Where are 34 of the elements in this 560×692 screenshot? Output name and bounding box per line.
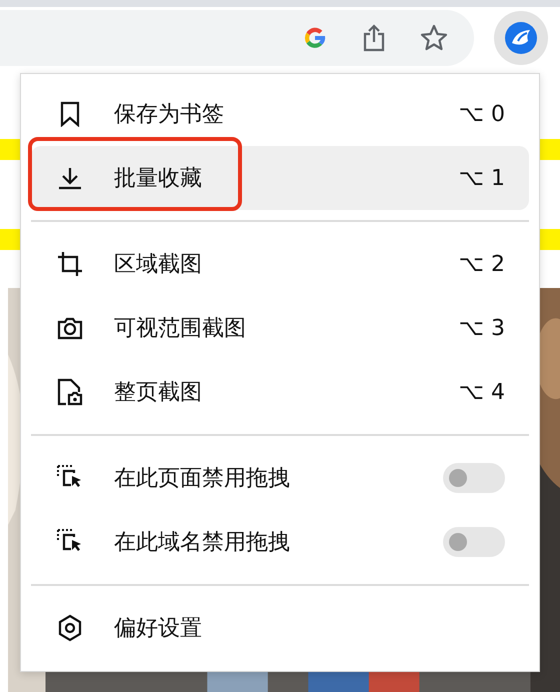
menu-item-label: 在此页面禁用拖拽 (114, 465, 291, 493)
shortcut-label: ⌥ 1 (458, 166, 505, 190)
share-icon[interactable] (362, 24, 386, 52)
menu-item[interactable]: 偏好设置 (31, 596, 529, 660)
page-camera-icon (57, 378, 83, 406)
menu-item-label: 批量收藏 (114, 165, 203, 193)
shortcut-label: ⌥ 4 (458, 380, 505, 404)
crop-icon (57, 251, 83, 277)
camera-icon (57, 316, 83, 340)
address-bar[interactable] (0, 10, 474, 66)
shortcut-label: ⌥ 0 (458, 102, 505, 126)
menu-item[interactable]: 在此页面禁用拖拽 (31, 446, 529, 510)
menu-item[interactable]: 保存为书签 ⌥ 0 (31, 82, 529, 146)
menu-item[interactable]: 区域截图 ⌥ 2 (31, 232, 529, 296)
menu-item-label: 保存为书签 (114, 101, 225, 129)
menu-item[interactable]: 可视范围截图 ⌥ 3 (31, 296, 529, 360)
settings-icon (57, 614, 83, 642)
menu-item[interactable]: 在此域名禁用拖拽 (31, 510, 529, 574)
menu-item[interactable]: 批量收藏 ⌥ 1 (31, 146, 529, 210)
menu-item-label: 在此域名禁用拖拽 (114, 529, 291, 557)
toggle-switch[interactable] (443, 463, 505, 493)
star-icon[interactable] (420, 24, 448, 52)
menu-item[interactable]: 整页截图 ⌥ 4 (31, 360, 529, 424)
extension-logo-icon (504, 20, 538, 55)
menu-item-label: 偏好设置 (114, 615, 203, 643)
menu-item-label: 可视范围截图 (114, 315, 247, 343)
download-icon (57, 166, 83, 190)
shortcut-label: ⌥ 2 (458, 252, 505, 276)
bookmark-icon (59, 101, 81, 127)
shortcut-label: ⌥ 3 (458, 316, 505, 340)
menu-item-label: 区域截图 (114, 251, 203, 279)
google-icon[interactable] (302, 24, 328, 51)
toggle-switch[interactable] (443, 527, 505, 557)
menu-item-label: 整页截图 (114, 379, 203, 407)
